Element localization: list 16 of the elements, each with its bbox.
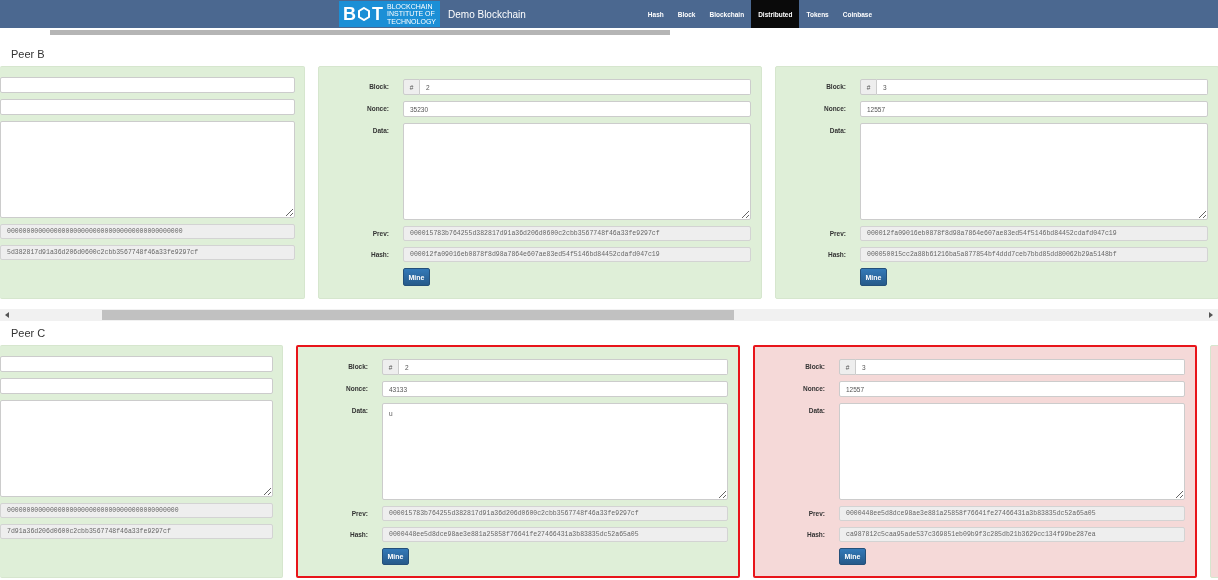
data-field[interactable] <box>0 400 273 497</box>
nonce-field[interactable] <box>0 99 295 115</box>
scroll-right-icon[interactable] <box>1207 311 1215 319</box>
peer-title: Peer C <box>10 327 47 341</box>
data-field[interactable] <box>0 121 295 218</box>
brand-title[interactable]: Demo Blockchain <box>448 8 641 20</box>
data-field[interactable] <box>403 123 751 220</box>
scroll-left-icon[interactable] <box>3 311 11 319</box>
scrollbar-thumb[interactable] <box>50 30 670 35</box>
data-field[interactable] <box>839 403 1185 500</box>
block-number-field[interactable] <box>0 77 295 93</box>
data-field[interactable] <box>860 123 1208 220</box>
horizontal-scrollbar[interactable] <box>0 309 1218 321</box>
nonce-field[interactable] <box>0 378 273 394</box>
block-number-field[interactable] <box>0 356 273 372</box>
peer-title: Peer B <box>10 48 46 62</box>
